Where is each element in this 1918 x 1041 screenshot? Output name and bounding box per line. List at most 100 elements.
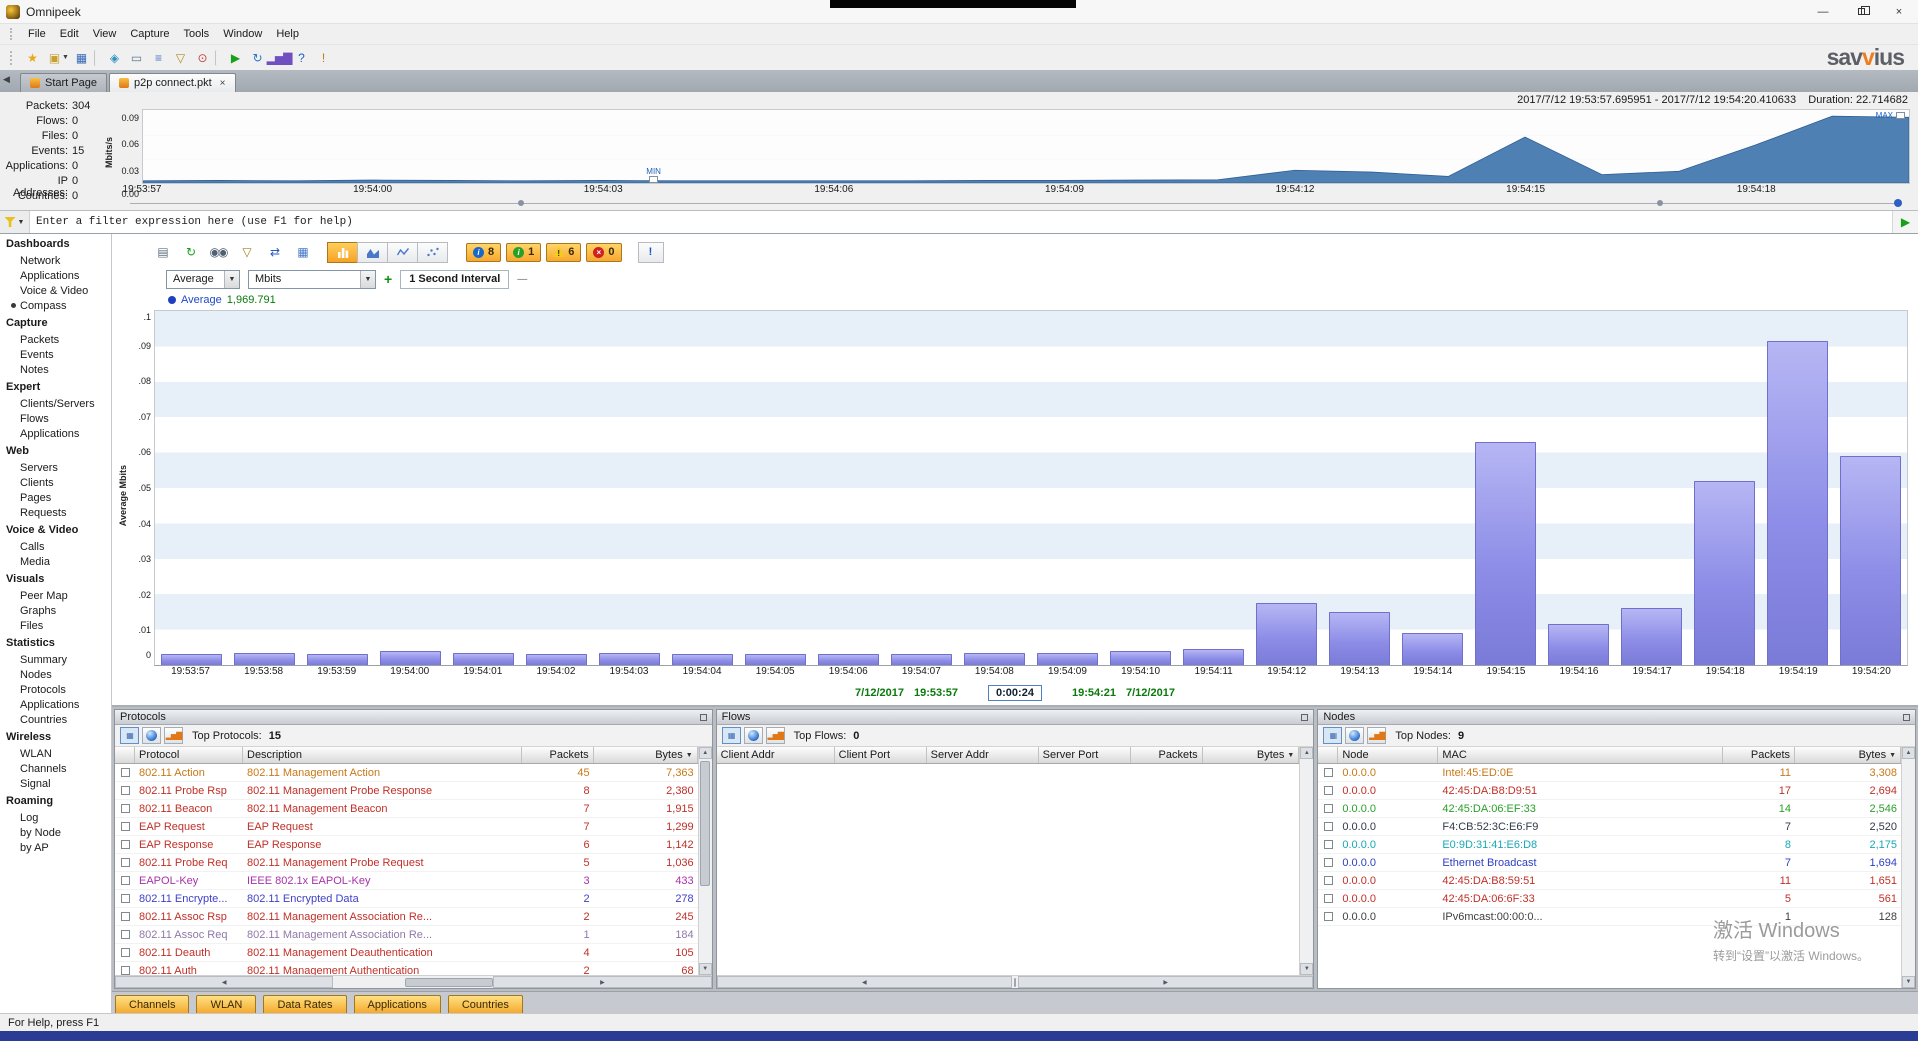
chart-type-scatter-button[interactable]	[417, 242, 448, 263]
globe-view-icon[interactable]	[744, 727, 763, 744]
protocols-panel-header[interactable]: Protocols	[115, 710, 712, 725]
notes-icon[interactable]: !	[312, 48, 334, 68]
compass-plot[interactable]	[154, 310, 1908, 666]
table-row[interactable]: 802.11 Assoc Rsp 802.11 Management Assoc…	[115, 908, 698, 926]
sidebar-item-clients-servers[interactable]: Clients/Servers	[6, 396, 111, 411]
sidebar-item-voice-video[interactable]: Voice & Video	[6, 283, 111, 298]
units-select[interactable]: Mbits ▼	[248, 270, 376, 289]
series-name[interactable]: Average	[181, 294, 222, 306]
sidebar-item-media[interactable]: Media	[6, 554, 111, 569]
warnings-badge[interactable]: ! 6	[546, 243, 581, 262]
expert-info-badge[interactable]: i 8	[466, 243, 501, 262]
scrollbar-thumb[interactable]	[1014, 978, 1016, 987]
range-handle-start[interactable]	[518, 200, 524, 206]
min-marker[interactable]: MIN	[646, 167, 661, 183]
menu-item[interactable]: Help	[269, 24, 306, 44]
chevron-down-icon[interactable]: ▼	[224, 271, 239, 288]
sidebar-item-clients[interactable]: Clients	[6, 475, 111, 490]
max-marker[interactable]: MAX	[1876, 111, 1905, 120]
table-row[interactable]: 802.11 Auth 802.11 Management Authentica…	[115, 962, 698, 975]
separator[interactable]	[94, 50, 101, 66]
compass-bar[interactable]	[1183, 649, 1244, 665]
row-checkbox[interactable]	[121, 930, 130, 939]
sidebar-item-flows[interactable]: Flows	[6, 411, 111, 426]
bottom-tab-data-rates[interactable]: Data Rates	[263, 995, 346, 1013]
filter-icon[interactable]: ▽	[234, 242, 258, 263]
chart-type-area-button[interactable]	[357, 242, 388, 263]
compass-bar[interactable]	[1329, 612, 1390, 665]
bar-view-icon[interactable]: ▂▅▇	[1367, 727, 1386, 744]
row-checkbox[interactable]	[1324, 894, 1333, 903]
row-checkbox[interactable]	[1324, 858, 1333, 867]
row-checkbox[interactable]	[121, 768, 130, 777]
bottom-tab-countries[interactable]: Countries	[448, 995, 523, 1013]
compass-bar[interactable]	[307, 654, 368, 665]
bottom-tab-channels[interactable]: Channels	[115, 995, 189, 1013]
sidebar-item-protocols[interactable]: Protocols	[6, 682, 111, 697]
table-row[interactable]: 802.11 Probe Req 802.11 Management Probe…	[115, 854, 698, 872]
separator[interactable]	[215, 50, 222, 66]
range-handle-end[interactable]	[1657, 200, 1663, 206]
compass-bar[interactable]	[526, 654, 587, 665]
grid-view-icon[interactable]: ▦	[1323, 727, 1342, 744]
packet-list-icon[interactable]: ≡	[147, 48, 169, 68]
scroll-up-icon[interactable]: ▲	[699, 747, 712, 759]
menu-item[interactable]: Tools	[177, 24, 217, 44]
scroll-up-icon[interactable]: ▲	[1300, 747, 1313, 759]
sidebar-item-notes[interactable]: Notes	[6, 362, 111, 377]
column-header-packets[interactable]: Packets	[1131, 747, 1203, 763]
row-checkbox[interactable]	[121, 786, 130, 795]
close-icon[interactable]: ×	[220, 78, 226, 89]
sidebar-item-compass[interactable]: Compass	[6, 298, 111, 313]
sidebar-item-summary[interactable]: Summary	[6, 652, 111, 667]
sidebar-item-wlan[interactable]: WLAN	[6, 746, 111, 761]
compass-bar[interactable]	[161, 654, 222, 665]
scrollbar-thumb[interactable]	[405, 978, 493, 987]
search-icon[interactable]: ◉◉	[206, 242, 230, 263]
table-row[interactable]: EAP Request EAP Request 7 1,299	[115, 818, 698, 836]
print-icon[interactable]: ▤	[150, 242, 174, 263]
compass-bar[interactable]	[1548, 624, 1609, 665]
compass-bar[interactable]	[1402, 633, 1463, 665]
bar-view-icon[interactable]: ▂▅▇	[766, 727, 785, 744]
row-checkbox[interactable]	[1324, 840, 1333, 849]
select-all-column[interactable]	[1318, 747, 1338, 763]
grid-view-icon[interactable]: ▦	[120, 727, 139, 744]
compass-bar[interactable]	[745, 654, 806, 665]
capture-options-icon[interactable]: ◈	[103, 48, 125, 68]
sidebar-item-by-ap[interactable]: by AP	[6, 840, 111, 855]
column-header-bytes[interactable]: Bytes▼	[594, 747, 698, 763]
column-header-mac[interactable]: MAC	[1438, 747, 1723, 763]
chart-type-bar-button[interactable]	[327, 242, 358, 263]
compass-bar[interactable]	[964, 653, 1025, 665]
sidebar-item-peer-map[interactable]: Peer Map	[6, 588, 111, 603]
alarms-icon[interactable]: ⊙	[191, 48, 213, 68]
scroll-left-icon[interactable]: ◀	[115, 976, 333, 988]
swap-arrows-icon[interactable]: ⇄	[262, 242, 286, 263]
row-checkbox[interactable]	[121, 966, 130, 975]
errors-badge[interactable]: × 0	[586, 243, 621, 262]
column-header-packets[interactable]: Packets	[522, 747, 594, 763]
refresh-icon[interactable]: ↻	[178, 242, 202, 263]
sidebar-item-calls[interactable]: Calls	[6, 539, 111, 554]
sidebar-item-channels[interactable]: Channels	[6, 761, 111, 776]
pin-icon[interactable]	[700, 714, 707, 721]
table-row[interactable]: 802.11 Deauth 802.11 Management Deauthen…	[115, 944, 698, 962]
row-checkbox[interactable]	[121, 858, 130, 867]
filter-input[interactable]	[30, 211, 1892, 233]
tab-start-page[interactable]: Start Page	[20, 73, 107, 92]
scrollbar-thumb[interactable]	[700, 761, 710, 886]
sidebar-item-stats-applications[interactable]: Applications	[6, 697, 111, 712]
table-icon[interactable]: ▦	[290, 242, 314, 263]
vertical-scrollbar[interactable]: ▲ ▼	[1299, 747, 1313, 975]
vertical-scrollbar[interactable]: ▲ ▼	[698, 747, 712, 975]
menu-item[interactable]: File	[21, 24, 53, 44]
bottom-tab-wlan[interactable]: WLAN	[196, 995, 256, 1013]
compass-bar[interactable]	[891, 654, 952, 665]
pin-icon[interactable]	[1903, 714, 1910, 721]
select-all-column[interactable]	[115, 747, 135, 763]
globe-view-icon[interactable]	[142, 727, 161, 744]
row-checkbox[interactable]	[121, 912, 130, 921]
compass-bar[interactable]	[1256, 603, 1317, 665]
column-header-client-addr[interactable]: Client Addr	[717, 747, 835, 763]
